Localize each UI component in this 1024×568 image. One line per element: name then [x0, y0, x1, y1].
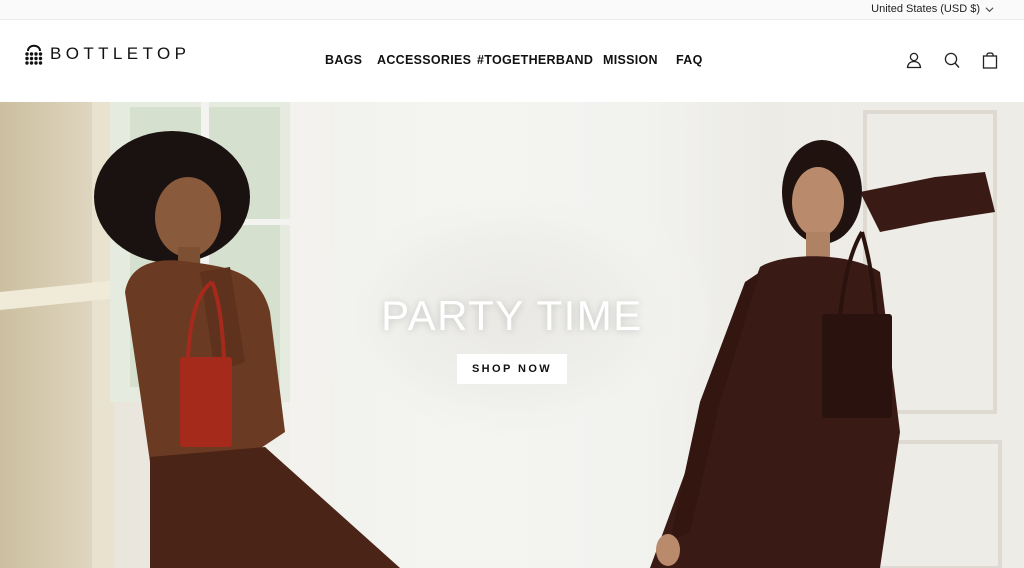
site-header: BOTTLETOP BAGS ACCESSORIES #TOGETHERBAND…: [0, 20, 1024, 102]
nav-item-bags[interactable]: BAGS: [325, 53, 362, 67]
cart-button[interactable]: [982, 51, 998, 69]
brand-logo[interactable]: BOTTLETOP: [24, 41, 190, 67]
brand-name: BOTTLETOP: [50, 44, 191, 63]
nav-item-mission[interactable]: MISSION: [603, 53, 658, 67]
nav-item-accessories[interactable]: ACCESSORIES: [377, 53, 471, 67]
search-button[interactable]: [944, 51, 960, 69]
nav-item-faq[interactable]: FAQ: [676, 53, 703, 67]
currency-label: United States (USD $): [871, 3, 980, 15]
account-icon: [906, 52, 922, 69]
currency-selector[interactable]: United States (USD $): [871, 3, 994, 15]
hero-title: PARTY TIME: [381, 292, 643, 339]
shop-now-button[interactable]: SHOP NOW: [456, 354, 568, 384]
nav-item-togetherband[interactable]: #TOGETHERBAND: [477, 53, 593, 67]
utility-bar: United States (USD $): [0, 0, 1024, 20]
account-button[interactable]: [906, 51, 922, 69]
hero-banner[interactable]: PARTY TIME SHOP NOW: [0, 102, 1024, 568]
chevron-down-icon: [985, 6, 994, 12]
search-icon: [944, 52, 960, 68]
hero-copy: PARTY TIME SHOP NOW: [0, 292, 1024, 384]
cart-icon: [982, 52, 998, 69]
header-actions: [906, 51, 998, 69]
bottle-cap-logo-icon: [25, 44, 43, 65]
